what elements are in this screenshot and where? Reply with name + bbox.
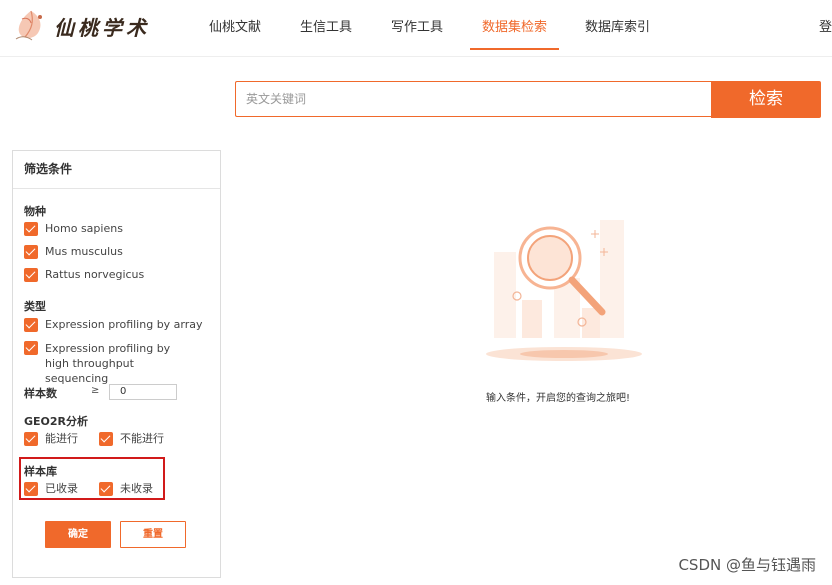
nav-item-database-index[interactable]: 数据库索引 xyxy=(585,0,650,56)
checkbox-homo-sapiens[interactable]: Homo sapiens xyxy=(24,222,123,236)
checkbox-checked-icon[interactable] xyxy=(99,432,113,446)
species-label: 物种 xyxy=(24,205,46,218)
checkbox-expression-array[interactable]: Expression profiling by array xyxy=(24,318,203,332)
checkbox-rattus-norvegicus[interactable]: Rattus norvegicus xyxy=(24,268,144,282)
logo-text: 仙桃学术 xyxy=(54,15,150,40)
checkbox-checked-icon[interactable] xyxy=(24,341,38,355)
checkbox-mus-musculus[interactable]: Mus musculus xyxy=(24,245,123,259)
checkbox-checked-icon[interactable] xyxy=(24,432,38,446)
checkbox-geo2r-no[interactable]: 不能进行 xyxy=(99,432,164,446)
peach-blossom-logo-icon xyxy=(15,10,42,41)
magnifier-chart-illustration-icon xyxy=(486,220,642,361)
reset-button[interactable]: 重置 xyxy=(120,521,186,548)
checkbox-checked-icon[interactable] xyxy=(24,318,38,332)
checkbox-expression-high-throughput[interactable]: Expression profiling by high throughput … xyxy=(24,341,194,386)
nav-item-literature[interactable]: 仙桃文献 xyxy=(209,0,261,56)
greater-equal-symbol: ≥ xyxy=(91,385,100,396)
checkbox-checked-icon[interactable] xyxy=(24,222,38,236)
top-navigation-bar: 仙桃学术 仙桃文献 生信工具 写作工具 数据集检索 数据库索引 登 xyxy=(0,0,832,57)
highlight-annotation-box xyxy=(19,457,165,500)
filter-panel-title: 筛选条件 xyxy=(13,151,220,189)
search-placeholder: 英文关键词 xyxy=(246,92,307,106)
login-link[interactable]: 登 xyxy=(819,0,832,56)
nav-item-bioinformatics-tools[interactable]: 生信工具 xyxy=(300,0,352,56)
watermark-text: CSDN @鱼与钰遇雨 xyxy=(678,556,816,574)
sample-count-label: 样本数 xyxy=(24,387,57,400)
checkbox-checked-icon[interactable] xyxy=(24,245,38,259)
nav-item-writing-tools[interactable]: 写作工具 xyxy=(391,0,443,56)
search-button[interactable]: 检索 xyxy=(711,81,821,118)
search-input[interactable]: 英文关键词 xyxy=(235,81,711,117)
checkbox-geo2r-yes[interactable]: 能进行 xyxy=(24,432,78,446)
geo2r-label: GEO2R分析 xyxy=(24,415,89,428)
nav-item-dataset-search[interactable]: 数据集检索 xyxy=(469,0,560,56)
type-label: 类型 xyxy=(24,300,46,313)
empty-state-message: 输入条件，开启您的查询之旅吧! xyxy=(486,393,631,404)
filter-panel: 筛选条件 物种 Homo sapiens Mus musculus Rattus… xyxy=(12,150,221,578)
checkbox-checked-icon[interactable] xyxy=(24,268,38,282)
logo[interactable]: 仙桃学术 xyxy=(12,6,150,46)
confirm-button[interactable]: 确定 xyxy=(45,521,111,548)
sample-count-input[interactable]: 0 xyxy=(109,384,177,400)
